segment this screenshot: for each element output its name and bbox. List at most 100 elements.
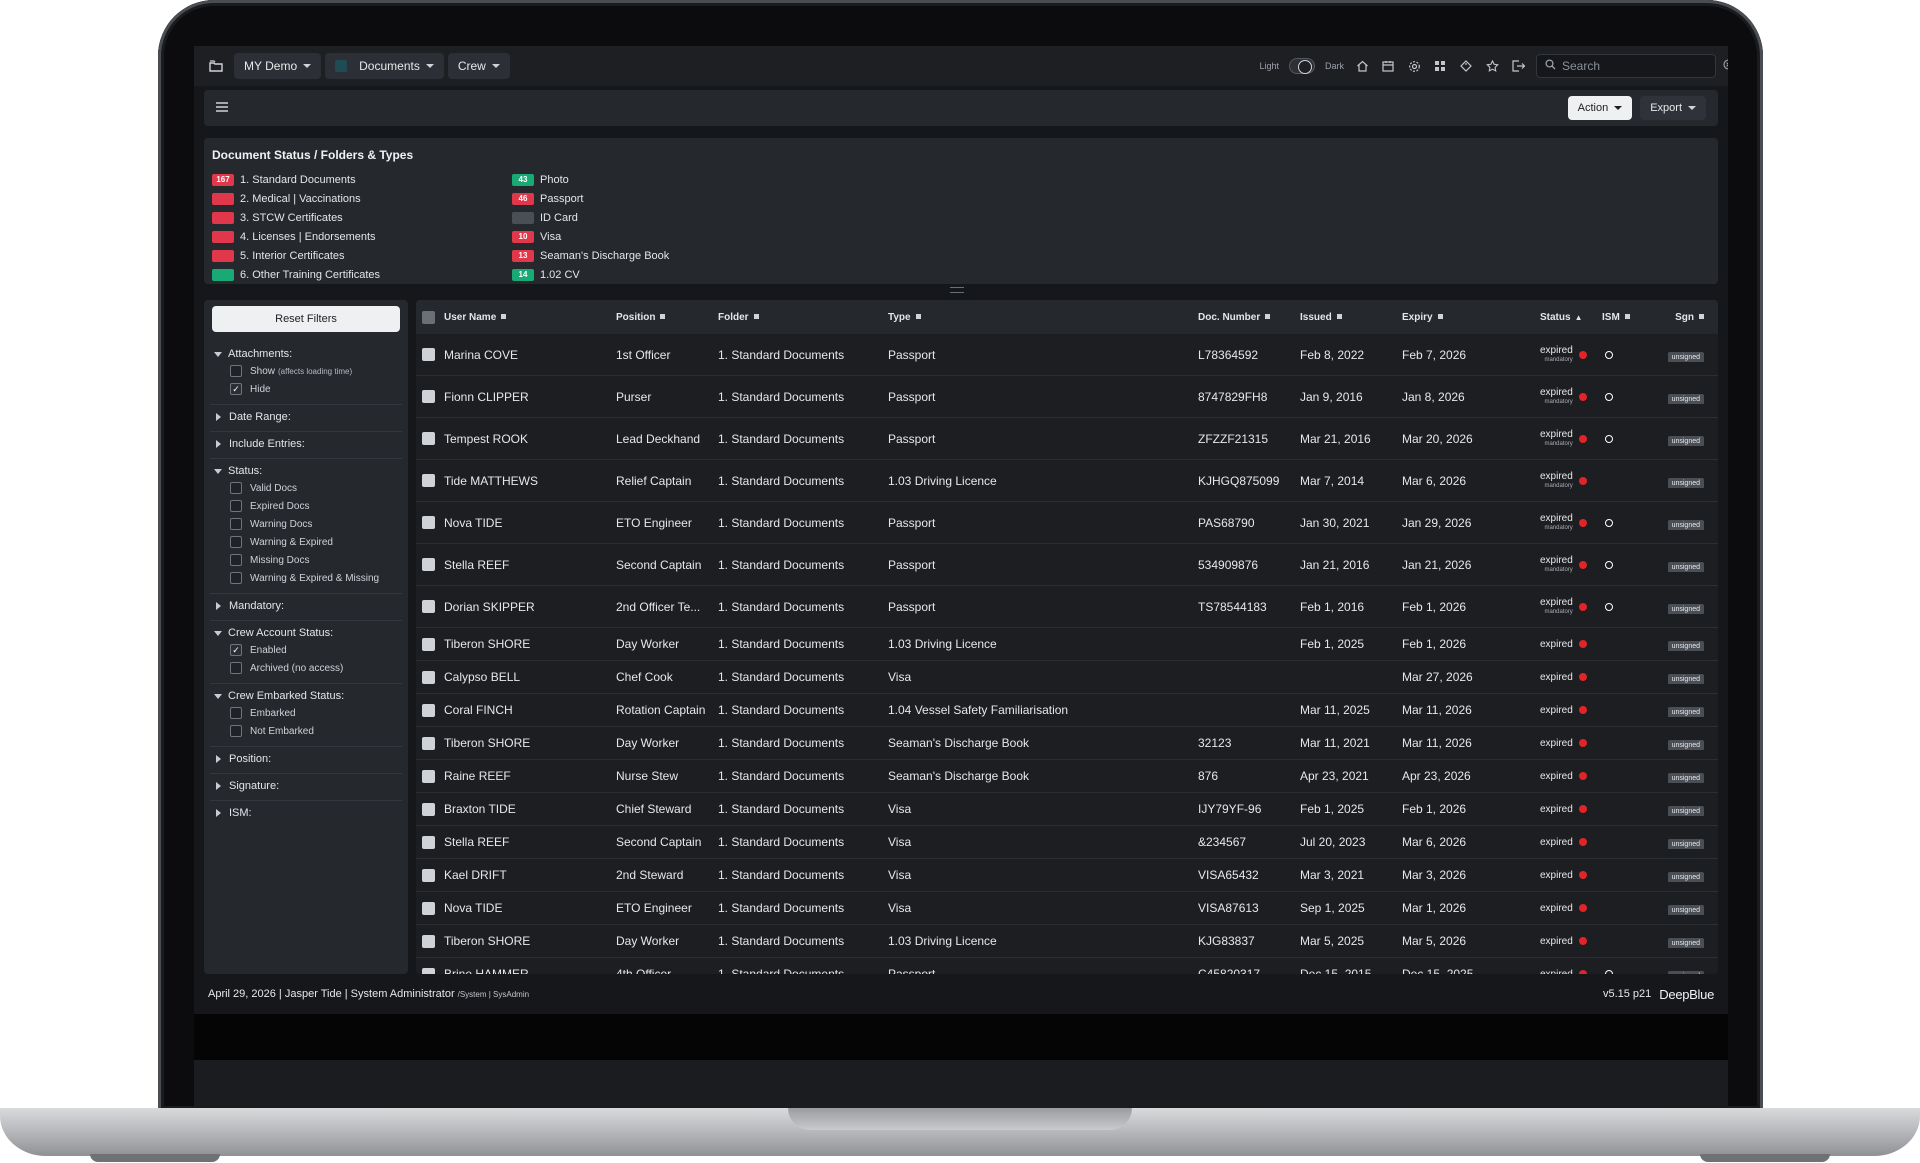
row-checkbox[interactable]	[422, 769, 435, 783]
table-row[interactable]: Calypso BELL Chef Cook 1. Standard Documen…	[416, 661, 1718, 694]
unsigned-badge[interactable]: unsigned	[1667, 603, 1704, 614]
row-checkbox[interactable]	[422, 736, 435, 750]
col-folder[interactable]: Folder	[718, 312, 888, 323]
table-row[interactable]: Nova TIDE ETO Engineer 1. Standard Documen…	[416, 892, 1718, 925]
col-doc-number[interactable]: Doc. Number	[1198, 312, 1300, 323]
unsigned-badge[interactable]: unsigned	[1667, 806, 1704, 816]
table-row[interactable]: Nova TIDE ETO Engineer 1. Standard Documen…	[416, 502, 1718, 544]
search-input[interactable]	[1562, 59, 1717, 73]
table-row[interactable]: Tempest ROOK Lead Deckhand 1. Standard Doc…	[416, 418, 1718, 460]
clear-search-icon[interactable]	[1723, 59, 1728, 73]
row-checkbox[interactable]	[422, 835, 435, 849]
checkbox[interactable]	[230, 482, 242, 494]
row-checkbox[interactable]	[422, 558, 435, 571]
filter-option-hide[interactable]: ✓ Hide	[210, 380, 402, 398]
filter-option-show[interactable]: Show (affects loading time)	[210, 362, 402, 380]
checkbox[interactable]	[230, 518, 242, 530]
filter-option-status[interactable]: Valid Docs	[210, 479, 402, 497]
table-row[interactable]: Fionn CLIPPER Purser 1. Standard Documents…	[416, 376, 1718, 418]
row-checkbox[interactable]	[422, 802, 435, 816]
calendar-icon[interactable]	[1380, 58, 1396, 74]
unsigned-badge[interactable]: unsigned	[1667, 519, 1704, 530]
unsigned-badge[interactable]: unsigned	[1667, 561, 1704, 572]
unsigned-badge[interactable]: unsigned	[1667, 435, 1704, 446]
unsigned-badge[interactable]: unsigned	[1667, 641, 1704, 651]
export-button[interactable]: Export	[1640, 96, 1706, 120]
row-checkbox[interactable]	[422, 390, 435, 403]
filter-option-status[interactable]: Warning Docs	[210, 515, 402, 533]
panel-resize-handle[interactable]	[950, 287, 964, 293]
select-all-checkbox[interactable]	[422, 310, 435, 324]
checkbox[interactable]	[230, 707, 242, 719]
filter-mandatory[interactable]: Mandatory:	[210, 594, 402, 621]
types-row[interactable]: 46 Passport	[512, 189, 812, 208]
unsigned-badge[interactable]: unsigned	[1667, 707, 1704, 717]
filter-crew-account-toggle[interactable]: Crew Account Status:	[210, 625, 402, 641]
table-row[interactable]: Coral FINCH Rotation Captain 1. Standard D…	[416, 694, 1718, 727]
unsigned-badge[interactable]: unsigned	[1667, 740, 1704, 750]
table-row[interactable]: Tiberon SHORE Day Worker 1. Standard Docum…	[416, 925, 1718, 958]
checkbox[interactable]	[230, 725, 242, 737]
row-checkbox[interactable]	[422, 432, 435, 445]
unsigned-badge[interactable]: unsigned	[1667, 393, 1704, 404]
col-sgn[interactable]: Sgn	[1648, 312, 1708, 323]
folders-row[interactable]: 4. Licenses | Endorsements	[212, 227, 512, 246]
filter-include-entries[interactable]: Include Entries:	[210, 432, 402, 459]
table-row[interactable]: Brine HAMMER 4th Officer 1. Standard Docum…	[416, 958, 1718, 974]
theme-toggle[interactable]	[1288, 58, 1315, 74]
unsigned-badge[interactable]: unsigned	[1667, 839, 1704, 849]
filter-position[interactable]: Position:	[210, 747, 402, 774]
folder-stack-icon[interactable]	[206, 56, 226, 76]
reset-filters-button[interactable]: Reset Filters	[212, 306, 400, 332]
workspace-dropdown[interactable]: MY Demo	[234, 53, 322, 79]
table-row[interactable]: Marina COVE 1st Officer 1. Standard Docume…	[416, 334, 1718, 376]
types-row[interactable]: 14 1.02 CV	[512, 265, 812, 284]
filter-status-toggle[interactable]: Status:	[210, 463, 402, 479]
unsigned-badge[interactable]: unsigned	[1667, 477, 1704, 488]
row-checkbox[interactable]	[422, 637, 435, 651]
row-checkbox[interactable]	[422, 516, 435, 529]
home-icon[interactable]	[1354, 58, 1370, 74]
row-checkbox[interactable]	[422, 474, 435, 487]
unsigned-badge[interactable]: unsigned	[1667, 938, 1704, 948]
checkbox[interactable]	[230, 536, 242, 548]
table-row[interactable]: Tiberon SHORE Day Worker 1. Standard Docum…	[416, 727, 1718, 760]
table-row[interactable]: Stella REEF Second Captain 1. Standard Doc…	[416, 826, 1718, 859]
filter-option-status[interactable]: Expired Docs	[210, 497, 402, 515]
section-dropdown[interactable]: Crew	[447, 53, 510, 79]
row-checkbox[interactable]	[422, 670, 435, 684]
checkbox-checked[interactable]: ✓	[230, 644, 242, 656]
types-row[interactable]: 13 Seaman's Discharge Book	[512, 246, 812, 265]
unsigned-badge[interactable]: unsigned	[1667, 872, 1704, 882]
table-row[interactable]: Dorian SKIPPER 2nd Officer Te... 1. Standa…	[416, 586, 1718, 628]
row-checkbox[interactable]	[422, 703, 435, 717]
folders-row[interactable]: 2. Medical | Vaccinations	[212, 189, 512, 208]
col-type[interactable]: Type	[888, 312, 1198, 323]
checkbox-checked[interactable]: ✓	[230, 383, 242, 395]
col-expiry[interactable]: Expiry	[1402, 312, 1540, 323]
table-row[interactable]: Kael DRIFT 2nd Steward 1. Standard Documen…	[416, 859, 1718, 892]
unsigned-badge[interactable]: unsigned	[1667, 674, 1704, 684]
checkbox[interactable]	[230, 365, 242, 377]
filter-option-status[interactable]: Warning & Expired & Missing	[210, 569, 402, 587]
unsigned-badge[interactable]: unsigned	[1667, 773, 1704, 783]
table-row[interactable]: Tide MATTHEWS Relief Captain 1. Standard D…	[416, 460, 1718, 502]
filter-option-embarked[interactable]: Embarked	[210, 704, 402, 722]
col-status[interactable]: Status ▲	[1540, 312, 1592, 323]
filter-crew-embarked-toggle[interactable]: Crew Embarked Status:	[210, 688, 402, 704]
filter-option-status[interactable]: Missing Docs	[210, 551, 402, 569]
checkbox[interactable]	[230, 572, 242, 584]
unsigned-badge[interactable]: unsigned	[1667, 351, 1704, 362]
row-checkbox[interactable]	[422, 901, 435, 915]
col-user-name[interactable]: User Name	[444, 312, 616, 323]
types-row[interactable]: 43 Photo	[512, 170, 812, 189]
filter-attachments-toggle[interactable]: Attachments:	[210, 346, 402, 362]
grid-icon[interactable]	[1432, 58, 1448, 74]
row-checkbox[interactable]	[422, 868, 435, 882]
filter-date-range[interactable]: Date Range:	[210, 405, 402, 432]
star-icon[interactable]	[1484, 58, 1500, 74]
filter-ism[interactable]: ISM:	[210, 801, 402, 827]
filter-option-not-embarked[interactable]: Not Embarked	[210, 722, 402, 740]
col-ism[interactable]: ISM	[1592, 312, 1648, 323]
tag-icon[interactable]	[1458, 58, 1474, 74]
